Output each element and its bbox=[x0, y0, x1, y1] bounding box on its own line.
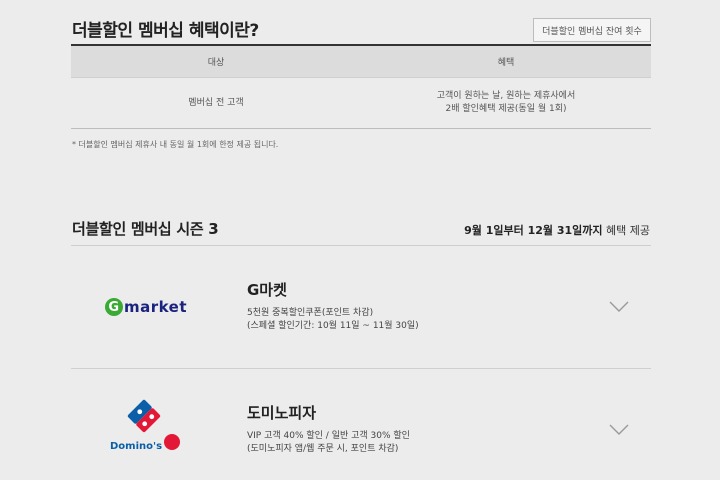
partner-name: 도미노피자 bbox=[247, 404, 317, 422]
period-dates: 9월 1일부터 12월 31일까지 bbox=[464, 224, 603, 237]
partner-desc: VIP 고객 40% 할인 / 일반 고객 30% 할인 (도미노피자 앱/웹 … bbox=[247, 430, 410, 456]
benefit-line: 2배 할인혜택 제공(동일 월 1회) bbox=[445, 104, 567, 114]
benefit-table: 대상 혜택 멤버십 전 고객 고객이 원하는 날, 원하는 제휴사에서 2배 할… bbox=[71, 44, 651, 129]
desc-line: (도미노피자 앱/웹 주문 시, 포인트 차감) bbox=[247, 444, 399, 454]
chevron-down-icon[interactable] bbox=[608, 300, 630, 314]
benefit-period: 9월 1일부터 12월 31일까지 혜택 제공 bbox=[464, 222, 650, 238]
divider bbox=[71, 245, 651, 246]
dominos-logo: Domino's bbox=[71, 370, 221, 480]
dominos-logo-icon: Domino's bbox=[110, 399, 180, 452]
footnote: * 더블할인 멤버십 제휴사 내 동일 월 1회에 한정 제공 됩니다. bbox=[72, 140, 279, 149]
gmarket-logo: Gmarket bbox=[71, 247, 221, 367]
remaining-count-button[interactable]: 더블할인 멤버십 잔여 횟수 bbox=[533, 18, 651, 42]
partner-item-gmarket[interactable]: Gmarket G마켓 5천원 중복할인쿠폰(포인트 차감) (스페셜 할인기간… bbox=[71, 247, 651, 367]
period-suffix: 혜택 제공 bbox=[602, 224, 650, 237]
dominos-logo-text: Domino's bbox=[110, 441, 162, 452]
partner-item-dominos[interactable]: Domino's 도미노피자 VIP 고객 40% 할인 / 일반 고객 30%… bbox=[71, 370, 651, 480]
header-target: 대상 bbox=[207, 58, 225, 68]
partner-name: G마켓 bbox=[247, 281, 287, 299]
desc-line: VIP 고객 40% 할인 / 일반 고객 30% 할인 bbox=[247, 431, 410, 441]
benefit-line: 고객이 원하는 날, 원하는 제휴사에서 bbox=[436, 91, 576, 101]
partner-desc: 5천원 중복할인쿠폰(포인트 차감) (스페셜 할인기간: 10월 11일 ~ … bbox=[247, 307, 419, 333]
gmarket-g-badge: G bbox=[104, 298, 123, 316]
membership-info-title: 더블할인 멤버십 혜택이란? bbox=[72, 21, 259, 41]
cell-target: 멤버십 전 고객 bbox=[188, 97, 244, 108]
cell-benefit: 고객이 원하는 날, 원하는 제휴사에서 2배 할인혜택 제공(동일 월 1회) bbox=[361, 90, 651, 116]
gmarket-logo-text: market bbox=[123, 298, 188, 316]
divider bbox=[71, 368, 651, 369]
chevron-down-icon[interactable] bbox=[608, 423, 630, 437]
table-row: 멤버십 전 고객 고객이 원하는 날, 원하는 제휴사에서 2배 할인혜택 제공… bbox=[71, 78, 651, 129]
season-title: 더블할인 멤버십 시즌 3 bbox=[72, 220, 219, 238]
table-header: 대상 혜택 bbox=[71, 46, 651, 78]
desc-line: (스페셜 할인기간: 10월 11일 ~ 11월 30일) bbox=[247, 321, 419, 331]
desc-line: 5천원 중복할인쿠폰(포인트 차감) bbox=[247, 308, 374, 318]
header-benefit: 혜택 bbox=[497, 58, 515, 68]
